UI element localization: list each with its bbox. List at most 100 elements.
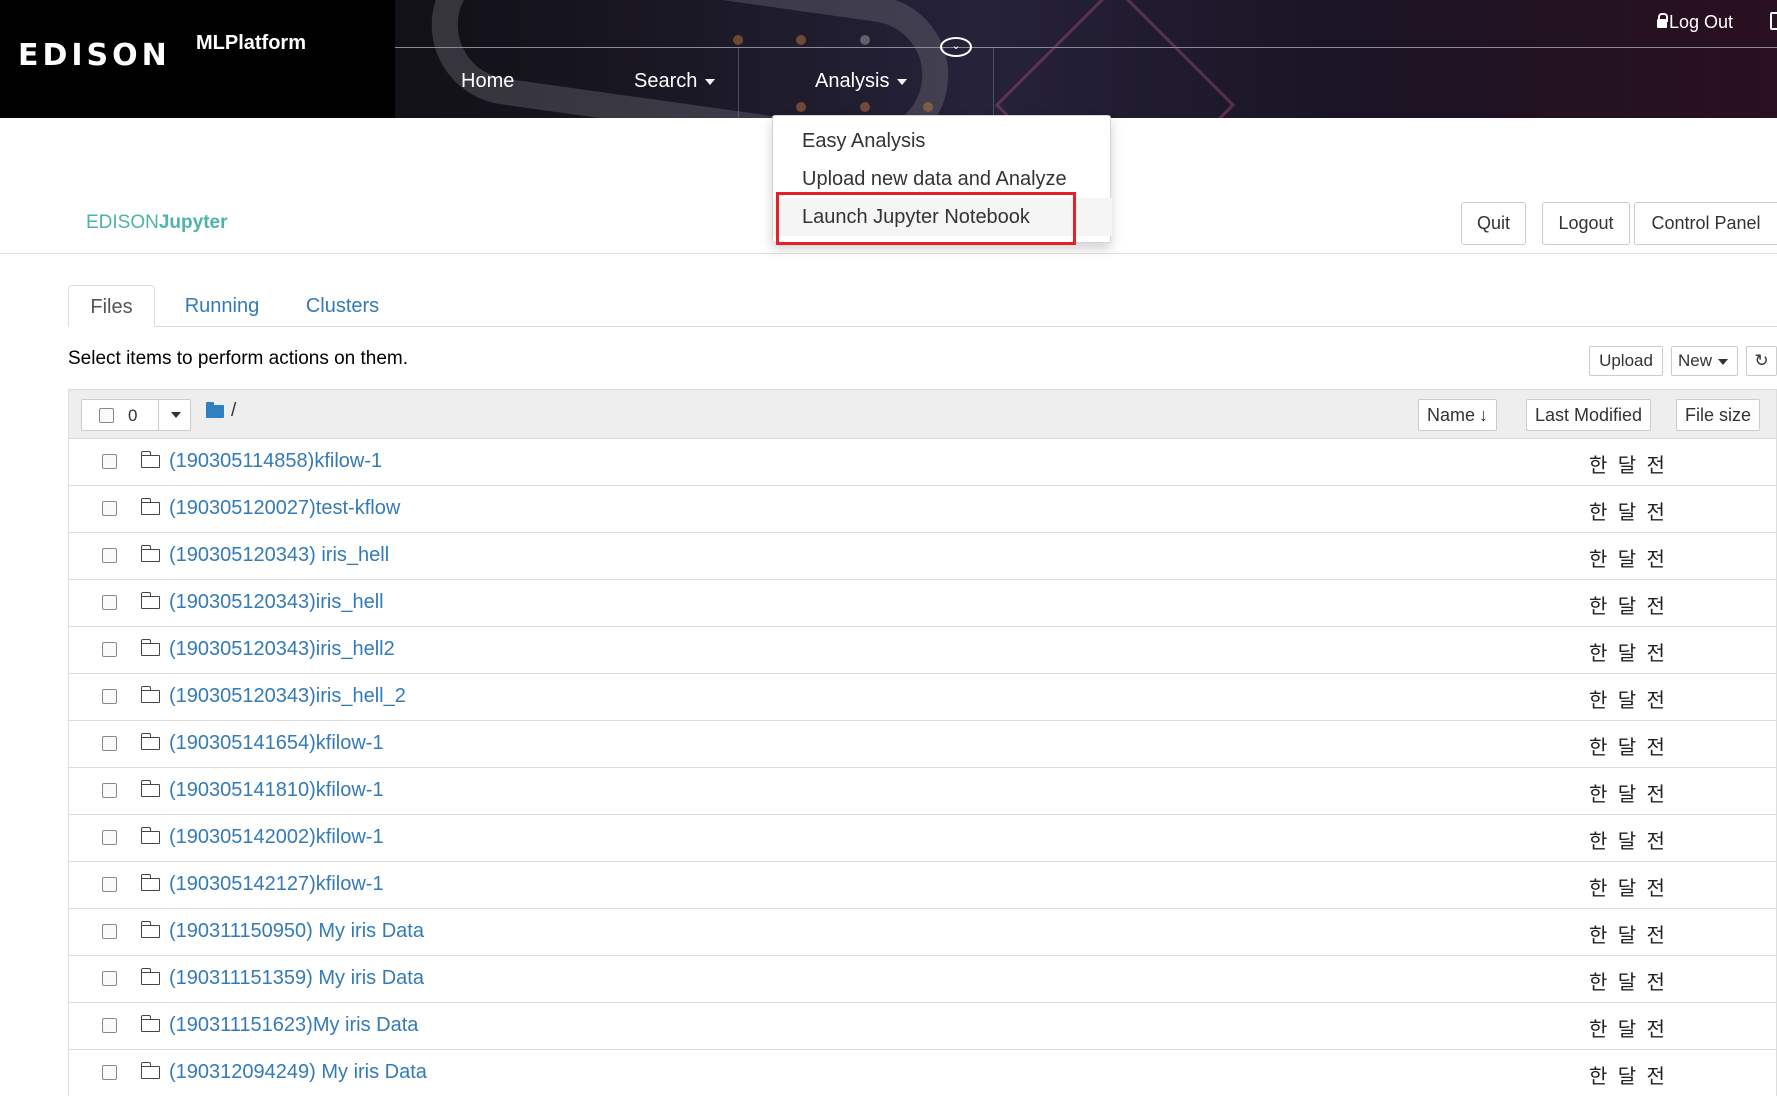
file-row[interactable]: (190305142127)kfilow-1 한 달 전	[68, 861, 1777, 908]
select-menu-button[interactable]	[158, 399, 193, 431]
file-row[interactable]: (190305120343)iris_hell_2 한 달 전	[68, 673, 1777, 720]
tab-running[interactable]: Running	[172, 285, 272, 327]
folder-icon	[140, 592, 160, 609]
file-name-link[interactable]: (190305141654)kfilow-1	[169, 732, 384, 755]
folder-icon	[140, 733, 160, 750]
folder-icon	[140, 780, 160, 797]
tab-files[interactable]: Files	[68, 285, 155, 327]
file-row[interactable]: (190305120343) iris_hell 한 달 전	[68, 532, 1777, 579]
edison-jupyter-logo[interactable]: EDISONJupyter	[86, 212, 228, 234]
banner-divider	[993, 47, 994, 118]
file-row[interactable]: (190305114858)kfilow-1 한 달 전	[68, 438, 1777, 485]
file-name-link[interactable]: (190311150950) My iris Data	[169, 920, 424, 943]
file-name-link[interactable]: (190312094249) My iris Data	[169, 1061, 427, 1084]
row-checkbox[interactable]	[102, 783, 117, 798]
banner-dot	[733, 35, 743, 45]
file-row[interactable]: (190305142002)kfilow-1 한 달 전	[68, 814, 1777, 861]
file-row[interactable]: (190305120343)iris_hell 한 달 전	[68, 579, 1777, 626]
row-checkbox[interactable]	[102, 595, 117, 610]
row-checkbox[interactable]	[102, 1018, 117, 1033]
file-name-link[interactable]: (190311151359) My iris Data	[169, 967, 424, 990]
row-checkbox[interactable]	[102, 689, 117, 704]
nav-search[interactable]: Search	[634, 70, 716, 93]
menu-item-upload-and-analyze[interactable]: Upload new data and Analyze	[773, 160, 1112, 198]
folder-icon	[140, 827, 160, 844]
banner-dot	[860, 102, 870, 112]
jupyter-logo-suffix: Jupyter	[158, 212, 228, 233]
row-checkbox[interactable]	[102, 454, 117, 469]
banner-logout-link[interactable]: Log Out	[1657, 12, 1733, 33]
menu-item-easy-analysis[interactable]: Easy Analysis	[773, 122, 1112, 160]
row-checkbox[interactable]	[102, 924, 117, 939]
file-name-link[interactable]: (190305142002)kfilow-1	[169, 826, 384, 849]
caret-down-icon	[705, 78, 716, 85]
sort-by-modified-button[interactable]: Last Modified	[1526, 399, 1652, 431]
row-checkbox[interactable]	[102, 971, 117, 986]
row-checkbox[interactable]	[102, 548, 117, 563]
analysis-dropdown-menu: Easy Analysis Upload new data and Analyz…	[772, 115, 1112, 243]
breadcrumb-path[interactable]: /	[231, 400, 236, 422]
folder-icon	[140, 451, 160, 468]
row-checkbox[interactable]	[102, 501, 117, 516]
last-modified: 한 달 전	[1589, 923, 1667, 947]
file-name-link[interactable]: (190305114858)kfilow-1	[169, 450, 382, 473]
file-name-link[interactable]: (190305120027)test-kflow	[169, 497, 400, 520]
file-name-link[interactable]: (190305120343)iris_hell2	[169, 638, 395, 661]
row-checkbox[interactable]	[102, 877, 117, 892]
file-row[interactable]: (190305120027)test-kflow 한 달 전	[68, 485, 1777, 532]
select-all-group: 0	[81, 399, 191, 431]
file-name-link[interactable]: (190305120343) iris_hell	[169, 544, 389, 567]
row-checkbox[interactable]	[102, 830, 117, 845]
folder-icon	[140, 686, 160, 703]
file-row[interactable]: (190311151359) My iris Data 한 달 전	[68, 955, 1777, 1002]
file-name-link[interactable]: (190311151623)My iris Data	[169, 1014, 418, 1037]
sort-by-size-button[interactable]: File size	[1676, 399, 1761, 431]
row-checkbox[interactable]	[102, 1065, 117, 1080]
file-row[interactable]: (190311150950) My iris Data 한 달 전	[68, 908, 1777, 955]
select-all-checkbox[interactable]	[99, 408, 114, 423]
nav-home[interactable]: Home	[461, 70, 514, 93]
selection-hint: Select items to perform actions on them.	[68, 348, 409, 369]
last-modified: 한 달 전	[1589, 829, 1667, 853]
clipboard-icon[interactable]	[1770, 12, 1777, 30]
last-modified: 한 달 전	[1589, 782, 1667, 806]
chevron-down-circle-icon[interactable]: ⌄	[940, 37, 972, 57]
banner-line	[395, 47, 1777, 48]
upload-button[interactable]: Upload	[1589, 346, 1663, 376]
file-name-link[interactable]: (190305142127)kfilow-1	[169, 873, 384, 896]
tab-clusters[interactable]: Clusters	[295, 285, 390, 327]
last-modified: 한 달 전	[1589, 876, 1667, 900]
refresh-button[interactable]: ↻	[1746, 346, 1777, 376]
quit-button[interactable]: Quit	[1461, 202, 1526, 245]
file-row[interactable]: (190311151623)My iris Data 한 달 전	[68, 1002, 1777, 1049]
new-button[interactable]: New	[1671, 346, 1738, 376]
nav-analysis[interactable]: Analysis	[815, 70, 908, 93]
edison-logo[interactable]: EDISON	[18, 38, 171, 73]
control-panel-button[interactable]: Control Panel	[1634, 202, 1777, 245]
folder-icon[interactable]	[206, 402, 224, 418]
logout-button[interactable]: Logout	[1542, 202, 1630, 245]
file-list-header: 0 / Name ↓ Last Modified File size	[68, 389, 1777, 438]
file-row[interactable]: (190305141810)kfilow-1 한 달 전	[68, 767, 1777, 814]
folder-icon	[140, 639, 160, 656]
banner-decoration	[421, 0, 959, 118]
header-divider	[0, 253, 1777, 254]
file-name-link[interactable]: (190305120343)iris_hell	[169, 591, 384, 614]
banner-dot	[796, 102, 806, 112]
file-row[interactable]: (190305141654)kfilow-1 한 달 전	[68, 720, 1777, 767]
caret-down-icon	[171, 412, 181, 418]
app-title[interactable]: MLPlatform	[196, 32, 306, 55]
caret-down-icon	[897, 78, 908, 85]
banner-logout-label: Log Out	[1669, 12, 1734, 32]
sort-by-name-button[interactable]: Name ↓	[1418, 399, 1498, 431]
file-row[interactable]: (190312094249) My iris Data 한 달 전	[68, 1049, 1777, 1096]
file-name-link[interactable]: (190305141810)kfilow-1	[169, 779, 384, 802]
row-checkbox[interactable]	[102, 736, 117, 751]
row-checkbox[interactable]	[102, 642, 117, 657]
folder-icon	[140, 921, 160, 938]
file-row[interactable]: (190305120343)iris_hell2 한 달 전	[68, 626, 1777, 673]
caret-down-icon	[1718, 358, 1729, 365]
last-modified: 한 달 전	[1589, 1017, 1667, 1041]
file-name-link[interactable]: (190305120343)iris_hell_2	[169, 685, 406, 708]
menu-item-launch-jupyter[interactable]: Launch Jupyter Notebook	[773, 198, 1112, 236]
